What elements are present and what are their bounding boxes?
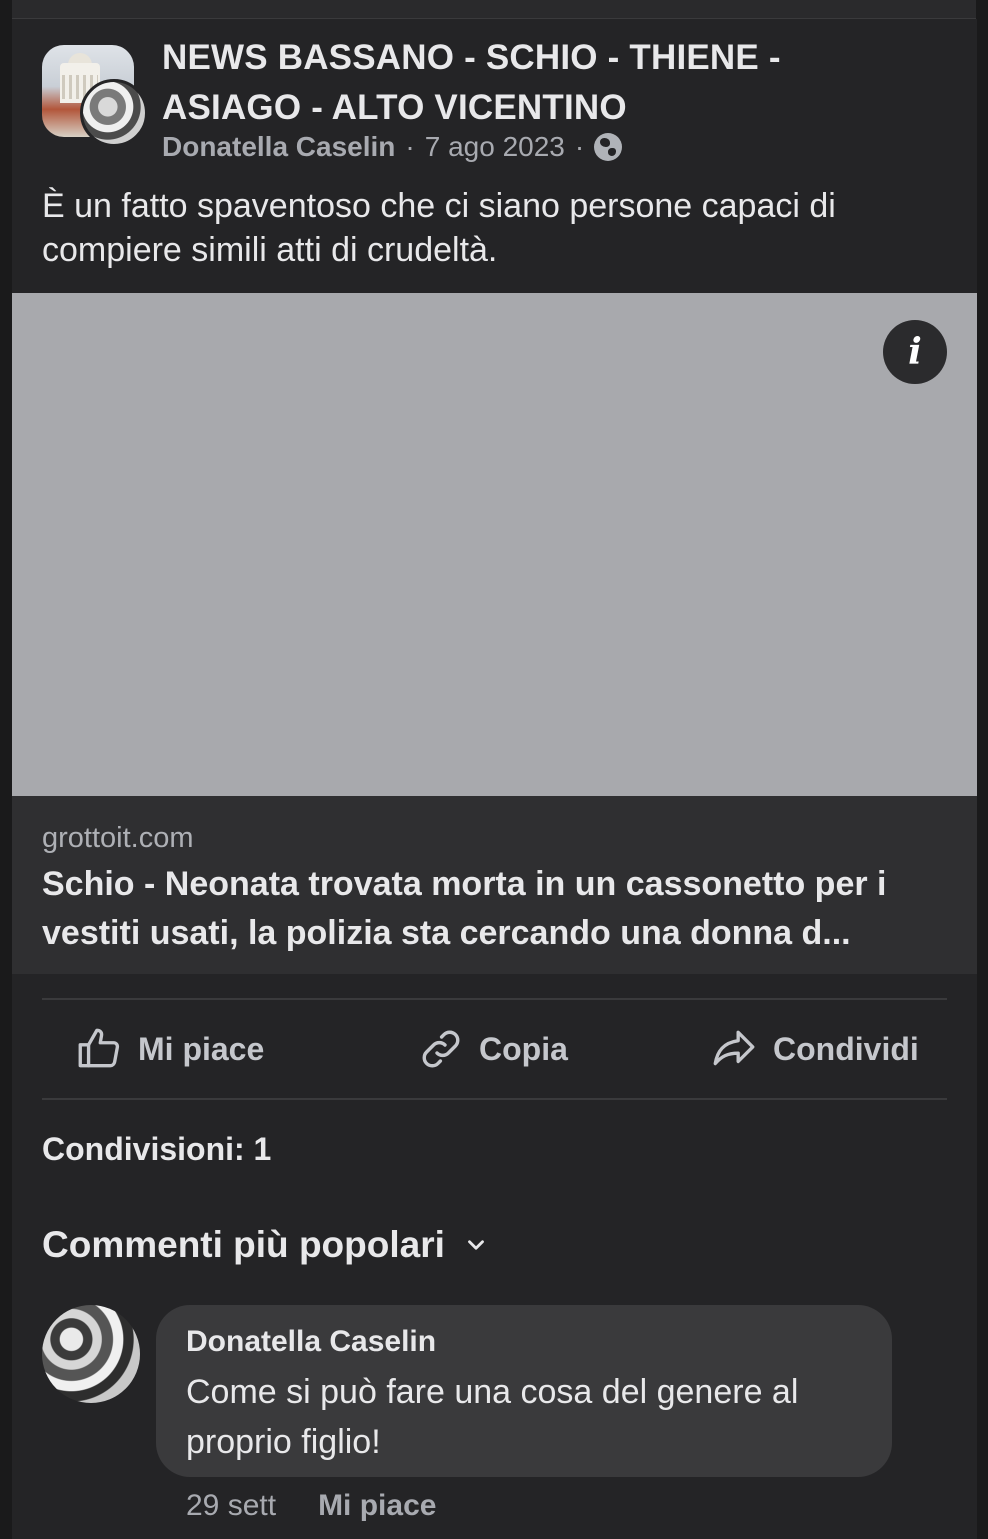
comment-sort-dropdown[interactable]: Commenti più popolari xyxy=(42,1224,489,1266)
comment-bubble: Donatella Caselin Come si può fare una c… xyxy=(156,1305,892,1477)
info-icon[interactable]: i xyxy=(883,320,947,384)
post-date[interactable]: 7 ago 2023 xyxy=(425,131,565,163)
globe-icon xyxy=(594,133,623,161)
chevron-down-icon xyxy=(467,1240,484,1250)
post-meta: Donatella Caselin · 7 ago 2023 · xyxy=(162,131,623,163)
link-icon xyxy=(422,1030,460,1068)
post-card: NEWS BASSANO - SCHIO - THIENE - ASIAGO -… xyxy=(12,19,977,1539)
group-name[interactable]: NEWS BASSANO - SCHIO - THIENE - ASIAGO -… xyxy=(162,33,882,133)
link-domain: grottoit.com xyxy=(42,822,194,854)
author-avatar[interactable] xyxy=(80,79,148,147)
meta-separator: · xyxy=(574,131,585,162)
comment-author[interactable]: Donatella Caselin xyxy=(186,1325,436,1359)
divider xyxy=(42,998,947,1000)
like-button[interactable]: Mi piace xyxy=(74,1019,264,1079)
link-title[interactable]: Schio - Neonata trovata morta in un cass… xyxy=(42,860,952,958)
comment-sort-label: Commenti più popolari xyxy=(42,1224,445,1265)
comment-text: Come si può fare una cosa del genere al … xyxy=(186,1373,799,1461)
action-bar: Mi piace Copia Condividi xyxy=(12,1019,977,1079)
top-edge xyxy=(12,0,976,19)
comment-like-button[interactable]: Mi piace xyxy=(318,1489,436,1523)
share-button[interactable]: Condividi xyxy=(709,1019,919,1079)
share-arrow-icon xyxy=(713,1030,755,1066)
link-image[interactable]: i xyxy=(12,293,977,796)
copy-button[interactable]: Copia xyxy=(417,1019,568,1079)
copy-label: Copia xyxy=(479,1030,568,1067)
like-label: Mi piace xyxy=(138,1030,265,1067)
commenter-avatar[interactable] xyxy=(42,1305,140,1403)
meta-separator: · xyxy=(405,131,415,162)
divider xyxy=(42,1098,947,1100)
post-author[interactable]: Donatella Caselin xyxy=(162,131,395,163)
post-header: NEWS BASSANO - SCHIO - THIENE - ASIAGO -… xyxy=(12,19,977,293)
comment-time: 29 sett xyxy=(186,1489,277,1522)
thumbs-up-icon xyxy=(78,1028,120,1068)
shares-count[interactable]: Condivisioni: 1 xyxy=(42,1131,271,1168)
post-text: È un fatto spaventoso che ci siano perso… xyxy=(42,187,836,269)
comment-meta: 29 sett Mi piace xyxy=(186,1489,436,1523)
link-preview[interactable]: grottoit.com Schio - Neonata trovata mor… xyxy=(12,796,977,974)
share-label: Condividi xyxy=(773,1030,919,1067)
